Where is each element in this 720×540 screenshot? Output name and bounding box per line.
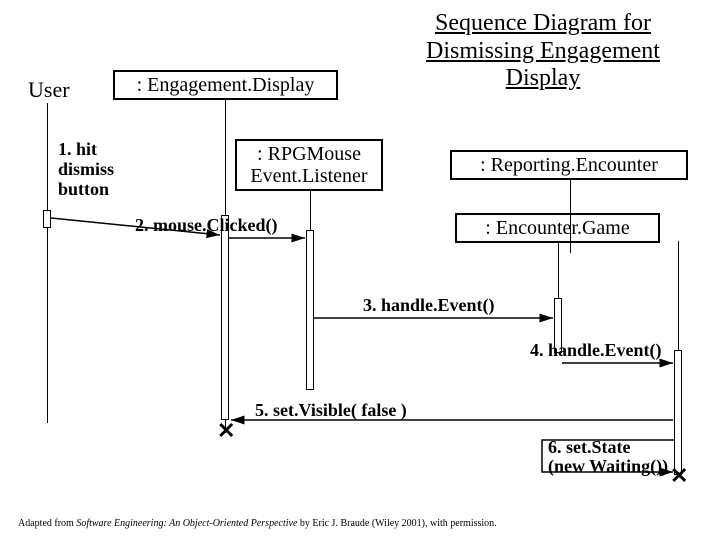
lifeline-user	[47, 103, 48, 423]
credit-line: Adapted from Software Engineering: An Ob…	[18, 518, 497, 529]
destruction-engagement: ✕	[217, 418, 235, 444]
activation-engagement	[221, 215, 229, 420]
actor-user-label: User	[28, 77, 70, 103]
msg-6-line-2: (new Waiting())	[548, 456, 668, 476]
rpgmouse-line-2: Event.Listener	[250, 165, 367, 187]
note-hit-dismiss: 1. hit dismiss button	[58, 140, 114, 199]
msg-3-label: 3. handle.Event()	[363, 295, 495, 316]
msg-6-label: 6. set.State (new Waiting())	[548, 438, 668, 476]
object-reporting-encounter: : Reporting.Encounter	[450, 150, 688, 180]
credit-pre: Adapted from	[18, 518, 76, 529]
msg-2-label: 2. mouse.Clicked()	[135, 215, 278, 236]
object-encounter-game: : Encounter.Game	[455, 213, 660, 243]
title-line-3: Display	[506, 65, 581, 91]
msg-5-label: 5. set.Visible( false )	[255, 400, 407, 421]
lifeline-reporting-top	[570, 178, 571, 253]
msg-6-line-1: 6. set.State	[548, 437, 630, 457]
note-line-3: button	[58, 179, 109, 199]
activation-reporting	[674, 350, 682, 475]
note-line-1: 1. hit	[58, 139, 97, 159]
activation-user	[43, 210, 51, 228]
activation-rpgmouse	[306, 230, 314, 390]
msg-4-label: 4. handle.Event()	[530, 340, 662, 361]
object-rpgmouse-listener: : RPGMouse Event.Listener	[235, 139, 383, 191]
note-line-2: dismiss	[58, 159, 114, 179]
credit-ital: Software Engineering: An Object-Oriented…	[76, 518, 297, 529]
object-engagement-display: : Engagement.Display	[113, 70, 338, 100]
rpgmouse-line-1: : RPGMouse	[257, 143, 361, 165]
title-line-1: Sequence Diagram for	[435, 10, 651, 36]
diagram-title: Sequence Diagram for Dismissing Engageme…	[388, 10, 698, 93]
title-line-2: Dismissing Engagement	[426, 38, 660, 64]
destruction-reporting: ✕	[670, 463, 688, 489]
credit-post: by Eric J. Braude (Wiley 2001), with per…	[297, 518, 496, 529]
